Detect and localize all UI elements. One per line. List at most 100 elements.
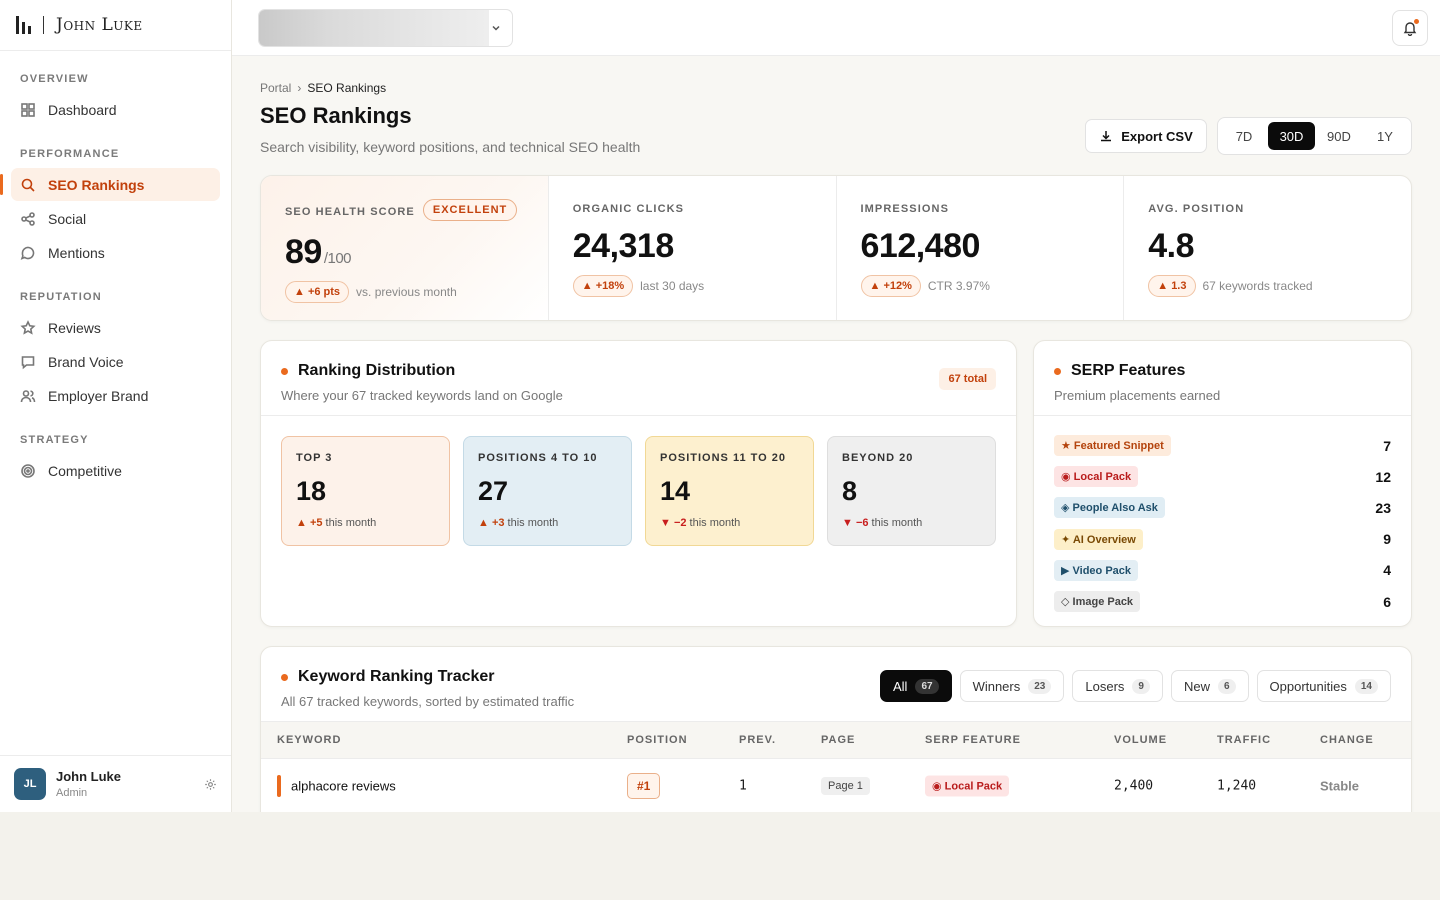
filter-losers[interactable]: Losers 9 [1072, 670, 1163, 702]
filter-opportunities[interactable]: Opportunities 14 [1256, 670, 1391, 702]
filter-label: Losers [1085, 678, 1125, 694]
kpi-note: 67 keywords tracked [1202, 279, 1313, 293]
delta-badge: ▲ +18% [572, 275, 634, 297]
keyword-filters: All 67 Winners 23 Losers 9 New 6 Opportunities 14 [879, 670, 1391, 702]
kpi-suffix: /100 [323, 250, 352, 267]
filter-winners[interactable]: Winners 23 [959, 670, 1065, 702]
sidebar-item-brand-voice[interactable]: Brand Voice [11, 345, 220, 378]
bucket-delta-note: this month [686, 517, 741, 529]
serp-feature-list: ★ Featured Snippet 7 ◉ Local Pack 12 ◈ Peopl… [1034, 416, 1411, 617]
sidebar-item-dashboard[interactable]: Dashboard [11, 93, 220, 126]
user-role: Admin [56, 787, 88, 799]
kpi-impressions: IMPRESSIONS 612,480 ▲ +12% CTR 3.97% [837, 176, 1125, 320]
delta-badge: ▲ 1.3 [1148, 275, 1196, 297]
bucket-delta: ▼ −6 this month [842, 517, 981, 529]
filter-all[interactable]: All 67 [879, 670, 952, 702]
notifications-button[interactable] [1392, 10, 1428, 46]
range-option-90d[interactable]: 90D [1317, 122, 1361, 150]
star-icon [20, 319, 36, 335]
serp-feature-tag: ◇ Image Pack [1054, 591, 1141, 613]
sidebar-item-social[interactable]: Social [11, 202, 220, 235]
breadcrumb-separator-icon: › [297, 81, 302, 95]
column-header-serp-feature[interactable]: SERP FEATURE [925, 734, 1021, 746]
breadcrumb-current: SEO Rankings [307, 81, 387, 95]
column-header-change[interactable]: CHANGE [1320, 734, 1374, 746]
status-badge: EXCELLENT [422, 199, 518, 221]
filter-count: 23 [1028, 678, 1052, 694]
traffic-cell: 1,240 [1217, 778, 1257, 794]
kpi-organic-clicks: ORGANIC CLICKS 24,318 ▲ +18% last 30 days [549, 176, 837, 320]
bucket-label: POSITIONS 4 TO 10 [478, 452, 598, 464]
workspace-selector[interactable] [258, 9, 513, 47]
column-header-volume[interactable]: VOLUME [1114, 734, 1167, 746]
column-header-page[interactable]: PAGE [821, 734, 855, 746]
grid-icon [21, 102, 35, 117]
kpi-value: 4.8 [1148, 227, 1195, 265]
bucket-value: 18 [296, 476, 327, 506]
search-icon [21, 178, 35, 192]
page-badge: Page 1 [821, 777, 870, 795]
sidebar-item-label: Competitive [48, 462, 122, 479]
sidebar-item-label: Dashboard [48, 101, 117, 118]
kpi-label: IMPRESSIONS [860, 203, 950, 215]
kpi-strip: SEO HEALTH SCORE EXCELLENT 89/100 ▲ +6 pt… [260, 175, 1412, 321]
kpi-value: 89 [285, 233, 322, 271]
filter-label: All [892, 678, 908, 694]
serp-feature-row: ◈ People Also Ask 23 [1054, 492, 1391, 523]
table-row[interactable]: alphacore reviews #1 1 Page 1 ◉ Local Pack 2,… [261, 759, 1411, 812]
bucket-value: 8 [842, 476, 858, 506]
serp-feature-tag: ◉ Local Pack [1054, 466, 1139, 488]
sidebar-item-label: Reviews [48, 319, 101, 336]
user-profile[interactable]: JL John Luke Admin [0, 755, 231, 812]
kpi-label: ORGANIC CLICKS [572, 203, 685, 215]
breadcrumb-root[interactable]: Portal [260, 81, 291, 95]
bucket-label: TOP 3 [296, 452, 333, 464]
section-dot [281, 367, 288, 375]
notification-dot [1414, 19, 1419, 24]
serp-feature-row: ★ Featured Snippet 7 [1054, 430, 1391, 461]
bucket-delta-note: this month [322, 517, 377, 529]
sidebar-item-label: SEO Rankings [48, 176, 145, 193]
serp-feature-count: 12 [1375, 468, 1391, 485]
column-header-keyword[interactable]: KEYWORD [277, 734, 341, 746]
section-dot [1054, 367, 1061, 375]
bucket-delta: ▲ +3 this month [478, 517, 617, 529]
column-header-traffic[interactable]: TRAFFIC [1217, 734, 1271, 746]
target-icon [21, 463, 35, 478]
column-header-position[interactable]: POSITION [627, 734, 688, 746]
sidebar-item-label: Employer Brand [48, 387, 149, 404]
range-option-7d[interactable]: 7D [1222, 122, 1266, 150]
brand-separator [43, 16, 44, 34]
position-badge: #1 [627, 773, 661, 799]
kpi-note: CTR 3.97% [927, 279, 990, 293]
page-subtitle: Search visibility, keyword positions, an… [260, 139, 641, 155]
serp-feature-count: 4 [1383, 562, 1391, 579]
filter-count: 9 [1132, 678, 1150, 694]
sidebar-item-seo-rankings[interactable]: SEO Rankings [0, 168, 220, 201]
download-icon [1101, 131, 1112, 142]
sidebar-item-reviews[interactable]: Reviews [11, 311, 220, 344]
sidebar-item-competitive[interactable]: Competitive [11, 454, 220, 487]
sidebar-item-employer-brand[interactable]: Employer Brand [11, 379, 220, 412]
position-bucket: TOP 3 18 ▲ +5 this month [281, 436, 450, 546]
keyword-cell: alphacore reviews [291, 778, 396, 794]
nav-section-title: OVERVIEW [20, 73, 89, 85]
user-name: John Luke [56, 769, 122, 784]
card-subtitle: Premium placements earned [1054, 388, 1221, 403]
sidebar-item-mentions[interactable]: Mentions [11, 236, 220, 269]
export-csv-button[interactable]: Export CSV [1085, 119, 1207, 153]
column-header-prev[interactable]: PREV. [739, 734, 776, 746]
bucket-delta-value: ▼ −2 [660, 517, 687, 529]
brand[interactable]: John Luke [0, 0, 231, 51]
brand-name: John Luke [56, 15, 143, 35]
range-option-1y[interactable]: 1Y [1363, 122, 1407, 150]
range-option-30d[interactable]: 30D [1268, 122, 1315, 150]
message-icon [21, 355, 35, 369]
settings-icon[interactable] [204, 778, 217, 791]
bucket-delta-note: this month [868, 517, 923, 529]
bucket-label: BEYOND 20 [842, 452, 914, 464]
filter-new[interactable]: New 6 [1170, 670, 1249, 702]
serp-feature-tag: ▶ Video Pack [1054, 559, 1139, 581]
sidebar-nav: OVERVIEW Dashboard PERFORMANCE SEO Rankings… [0, 73, 231, 487]
position-bucket: BEYOND 20 8 ▼ −6 this month [827, 436, 996, 546]
